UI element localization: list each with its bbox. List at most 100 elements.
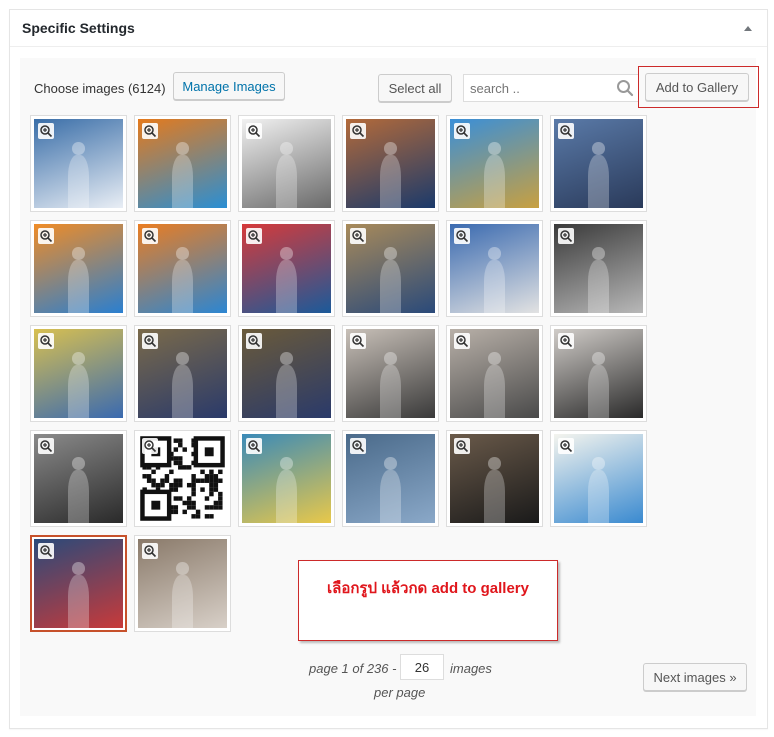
photo-figure-head (176, 142, 189, 155)
images-label: images (450, 661, 492, 676)
thumb-image (554, 434, 643, 523)
photo-figure (275, 154, 298, 208)
photo-figure-head (592, 247, 605, 260)
zoom-icon[interactable] (142, 543, 158, 559)
image-thumb-congratulations-orange-2[interactable] (30, 220, 127, 317)
image-thumb-labor-cartoon[interactable] (550, 430, 647, 527)
image-thumb-congratulations-london[interactable] (342, 115, 439, 212)
zoom-icon[interactable] (350, 123, 366, 139)
collapse-arrow-icon[interactable] (741, 22, 755, 36)
photo-figure (483, 259, 506, 313)
image-thumb-tsab-booth-student[interactable] (30, 325, 127, 422)
thumb-image (346, 119, 435, 208)
zoom-icon[interactable] (350, 333, 366, 349)
zoom-icon[interactable] (38, 228, 54, 244)
photo-figure (483, 469, 506, 523)
thumb-image (34, 224, 123, 313)
image-thumb-congratulations-orange-1[interactable] (134, 115, 231, 212)
thumb-image (138, 434, 227, 523)
image-thumb-dubai-promo[interactable] (238, 430, 335, 527)
zoom-icon[interactable] (142, 123, 158, 139)
zoom-icon[interactable] (558, 438, 574, 454)
image-thumb-group-table-1[interactable] (134, 325, 231, 422)
zoom-icon[interactable] (558, 228, 574, 244)
search-box (463, 74, 639, 102)
image-thumb-student-with-certificate[interactable] (342, 220, 439, 317)
zoom-icon[interactable] (454, 438, 470, 454)
zoom-icon[interactable] (38, 438, 54, 454)
search-icon[interactable] (616, 79, 634, 97)
image-thumb-expo-booth-3[interactable] (550, 325, 647, 422)
image-thumb-qr-code[interactable] (134, 430, 231, 527)
zoom-icon[interactable] (558, 333, 574, 349)
photo-figure (587, 469, 610, 523)
page-info: page 1 of 236 - (309, 661, 397, 676)
zoom-icon[interactable] (246, 228, 262, 244)
image-thumb-expo-crowd[interactable] (30, 430, 127, 527)
next-images-button[interactable]: Next images » (643, 663, 747, 691)
zoom-icon[interactable] (454, 333, 470, 349)
photo-figure-head (280, 142, 293, 155)
zoom-icon[interactable] (38, 123, 54, 139)
image-thumb-airport-traveler[interactable] (30, 535, 127, 632)
photo-figure-head (384, 457, 397, 470)
thumb-image (346, 329, 435, 418)
zoom-icon[interactable] (38, 543, 54, 559)
photo-figure (379, 364, 402, 418)
image-thumb-canada-city-banner[interactable] (30, 115, 127, 212)
photo-figure (171, 574, 194, 628)
photo-figure (67, 259, 90, 313)
thumb-image (554, 224, 643, 313)
add-to-gallery-button[interactable]: Add to Gallery (645, 73, 749, 101)
photo-figure (67, 469, 90, 523)
thumb-image (138, 224, 227, 313)
image-thumb-expo-booth-2[interactable] (446, 325, 543, 422)
image-thumb-expo-booth-1[interactable] (342, 325, 439, 422)
photo-figure-head (176, 352, 189, 365)
thumb-image (138, 539, 227, 628)
zoom-icon[interactable] (350, 438, 366, 454)
specific-settings-panel: Specific Settings Choose images (6124) M… (9, 9, 768, 729)
zoom-icon[interactable] (246, 333, 262, 349)
photo-figure (275, 259, 298, 313)
zoom-icon[interactable] (454, 123, 470, 139)
photo-figure (67, 574, 90, 628)
image-thumb-congratulations-bigben[interactable] (550, 115, 647, 212)
panel-body: Choose images (6124) Manage Images Selec… (20, 58, 759, 716)
image-thumb-student-tsab-board[interactable] (446, 220, 543, 317)
photo-figure (275, 364, 298, 418)
image-thumb-congratulations-blue-sky[interactable] (446, 115, 543, 212)
image-thumb-graduation-hug[interactable] (446, 430, 543, 527)
thumb-image (242, 434, 331, 523)
image-thumb-student-dark-room[interactable] (550, 220, 647, 317)
photo-figure-head (280, 247, 293, 260)
thumb-image (554, 119, 643, 208)
image-thumb-jeans-pocket[interactable] (342, 430, 439, 527)
image-thumb-congratulations-dubai[interactable] (238, 115, 335, 212)
image-thumb-woman-writing[interactable] (134, 535, 231, 632)
manage-images-button[interactable]: Manage Images (173, 72, 285, 100)
image-thumb-tsab-logo-photo[interactable] (238, 220, 335, 317)
per-page-input[interactable] (400, 654, 444, 680)
zoom-icon[interactable] (246, 123, 262, 139)
photo-figure (379, 469, 402, 523)
search-input[interactable] (464, 75, 609, 101)
zoom-icon[interactable] (558, 123, 574, 139)
image-thumb-congratulations-orange-3[interactable] (134, 220, 231, 317)
zoom-icon[interactable] (142, 228, 158, 244)
zoom-icon[interactable] (454, 228, 470, 244)
zoom-icon[interactable] (246, 438, 262, 454)
zoom-icon[interactable] (142, 438, 158, 454)
thumb-image (346, 434, 435, 523)
thumb-image (242, 329, 331, 418)
zoom-icon[interactable] (38, 333, 54, 349)
photo-figure (587, 364, 610, 418)
photo-figure (171, 154, 194, 208)
image-thumb-group-table-2[interactable] (238, 325, 335, 422)
choose-images-label: Choose images (6124) (34, 81, 166, 96)
photo-figure-head (592, 352, 605, 365)
photo-figure (67, 154, 90, 208)
zoom-icon[interactable] (142, 333, 158, 349)
zoom-icon[interactable] (350, 228, 366, 244)
select-all-button[interactable]: Select all (378, 74, 452, 102)
